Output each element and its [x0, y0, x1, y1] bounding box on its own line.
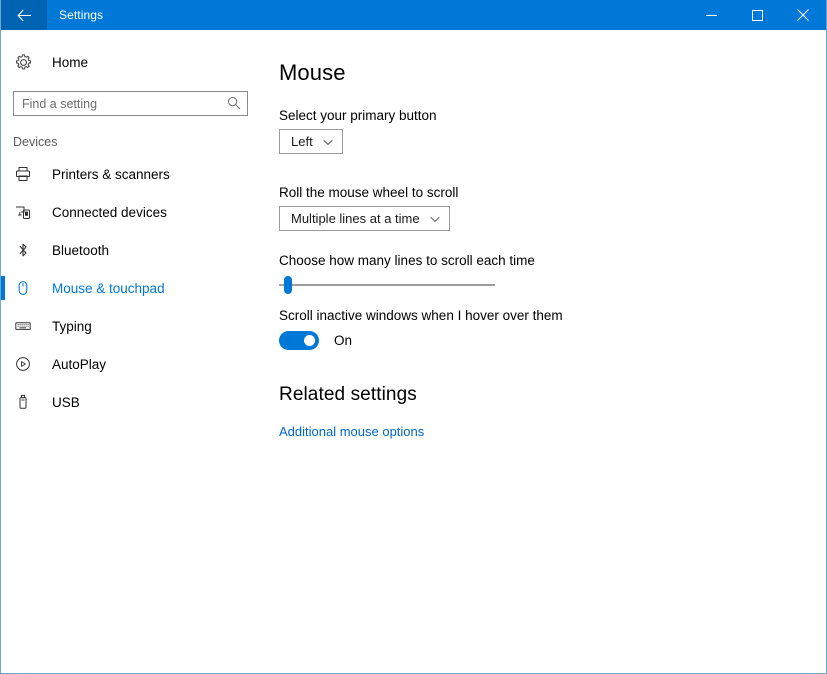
printer-icon	[15, 166, 37, 182]
maximize-icon	[751, 9, 763, 21]
close-icon	[797, 9, 809, 21]
sidebar-item-home[interactable]: Home	[1, 46, 260, 78]
page-title: Mouse	[279, 60, 346, 85]
gear-icon	[15, 53, 37, 71]
wheel-scroll-dropdown[interactable]: Multiple lines at a time	[279, 206, 450, 231]
sidebar-item-typing[interactable]: Typing	[1, 307, 260, 345]
maximize-button[interactable]	[734, 0, 780, 30]
search-input[interactable]	[13, 91, 248, 116]
slider-thumb[interactable]	[283, 276, 292, 294]
sidebar-item-usb[interactable]: USB	[1, 383, 260, 421]
connected-devices-icon	[15, 204, 37, 220]
wheel-scroll-value: Multiple lines at a time	[291, 211, 420, 226]
chevron-down-icon	[322, 134, 333, 149]
back-arrow-icon	[16, 9, 32, 22]
sidebar-item-usb-label: USB	[52, 394, 80, 410]
selection-accent-bar	[1, 276, 5, 300]
title-bar: Settings	[1, 0, 826, 30]
inactive-scroll-state: On	[334, 333, 353, 348]
inactive-scroll-row: On	[279, 331, 826, 350]
mouse-icon	[15, 280, 37, 296]
primary-button-dropdown[interactable]: Left	[279, 129, 343, 154]
inactive-scroll-label: Scroll inactive windows when I hover ove…	[279, 308, 563, 323]
selection-accent-bar	[1, 238, 5, 262]
minimize-button[interactable]	[688, 0, 734, 30]
main-content: Mouse Select your primary button Left Ro…	[260, 30, 826, 673]
sidebar-item-connected-devices[interactable]: Connected devices	[1, 193, 260, 231]
sidebar-item-typing-label: Typing	[52, 318, 92, 334]
wheel-scroll-label: Roll the mouse wheel to scroll	[279, 185, 459, 200]
bluetooth-icon	[15, 242, 37, 258]
close-button[interactable]	[780, 0, 826, 30]
sidebar-item-bluetooth-label: Bluetooth	[52, 242, 110, 258]
window-body: Home Devices	[1, 30, 826, 673]
primary-button-value: Left	[291, 134, 313, 149]
selection-accent-bar	[1, 390, 5, 414]
selection-accent-bar	[1, 200, 5, 224]
back-button[interactable]	[1, 0, 47, 30]
sidebar-item-mouse-touchpad[interactable]: Mouse & touchpad	[1, 269, 260, 307]
sidebar: Home Devices	[1, 30, 260, 673]
minimize-icon	[705, 10, 717, 21]
toggle-knob	[304, 335, 315, 346]
sidebar-item-printers-scanners[interactable]: Printers & scanners	[1, 155, 260, 193]
sidebar-item-printers-scanners-label: Printers & scanners	[52, 166, 170, 182]
keyboard-icon	[15, 318, 37, 334]
inactive-scroll-toggle[interactable]	[279, 331, 319, 350]
usb-icon	[15, 394, 37, 410]
primary-button-label: Select your primary button	[279, 108, 437, 123]
lines-slider[interactable]	[279, 274, 495, 296]
search-box	[13, 91, 248, 116]
sidebar-item-mouse-touchpad-label: Mouse & touchpad	[52, 280, 165, 296]
sidebar-item-bluetooth[interactable]: Bluetooth	[1, 231, 260, 269]
selection-accent-bar	[1, 162, 5, 186]
slider-track	[279, 284, 495, 286]
window-title: Settings	[59, 8, 104, 22]
additional-mouse-options-link[interactable]: Additional mouse options	[279, 424, 424, 439]
lines-slider-label: Choose how many lines to scroll each tim…	[279, 253, 535, 268]
sidebar-section-label: Devices	[13, 135, 58, 149]
settings-window: Settings Home Find a setting Devices Pri…	[0, 0, 827, 674]
chevron-down-icon	[429, 211, 440, 226]
selection-accent-bar	[1, 352, 5, 376]
caption-buttons	[688, 0, 826, 30]
sidebar-item-home-label: Home	[52, 54, 89, 70]
autoplay-icon	[15, 356, 37, 372]
related-settings-title: Related settings	[279, 384, 417, 405]
selection-accent-bar	[1, 314, 5, 338]
sidebar-item-autoplay[interactable]: AutoPlay	[1, 345, 260, 383]
sidebar-item-autoplay-label: AutoPlay	[52, 356, 107, 372]
sidebar-item-connected-devices-label: Connected devices	[52, 204, 167, 220]
